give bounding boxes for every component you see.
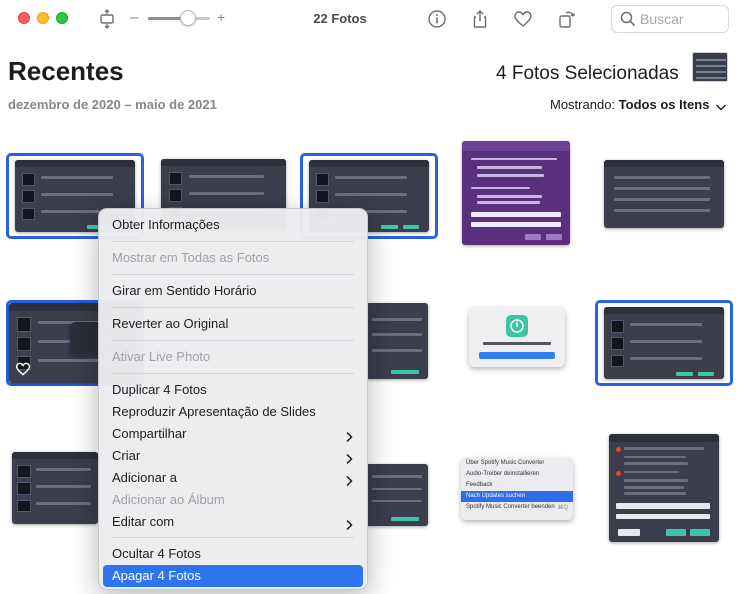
slideshow-icon[interactable] — [96, 8, 118, 30]
menu-item-add-to-album[interactable]: Adicionar ao Álbum — [103, 489, 363, 511]
selection-count: 4 Fotos Selecionadas — [496, 63, 679, 84]
menu-separator — [112, 307, 354, 308]
zoom-in-label[interactable]: + — [217, 9, 225, 25]
menu-item-hide[interactable]: Ocultar 4 Fotos — [103, 543, 363, 565]
zoom-slider-knob[interactable] — [180, 10, 197, 26]
heart-icon[interactable] — [15, 361, 31, 382]
thumb-menu-shortcut: ⌘Q — [557, 505, 568, 511]
menu-item-edit-with-label: Editar com — [112, 514, 175, 529]
photo-thumbnail[interactable] — [12, 452, 98, 524]
menu-separator — [112, 340, 354, 341]
page-title: Recentes — [8, 56, 124, 86]
photo-count-title: 22 Fotos — [313, 11, 367, 26]
selection-stack-thumbnail[interactable] — [692, 52, 728, 82]
photos-window: – + 22 Fotos Recentes 4 Fotos Selecionad… — [0, 0, 740, 594]
menu-item-duplicate[interactable]: Duplicar 4 Fotos — [103, 379, 363, 401]
photo-thumbnail[interactable] — [366, 303, 428, 379]
menu-item-share-label: Compartilhar — [112, 426, 187, 441]
photo-thumbnail-selected[interactable] — [595, 300, 733, 386]
photo-thumbnail[interactable] — [462, 141, 570, 245]
chevron-down-icon[interactable] — [715, 99, 727, 117]
menu-item-show-in-all-photos[interactable]: Mostrar em Todas as Fotos — [103, 247, 363, 269]
menu-item-rotate-clockwise[interactable]: Girar em Sentido Horário — [103, 280, 363, 302]
music-app-icon — [506, 315, 528, 337]
menu-separator — [112, 373, 354, 374]
thumb-menu-item: Über Spotify Music Converter — [466, 460, 545, 466]
zoom-slider-fill — [148, 17, 183, 20]
menu-item-play-slideshow[interactable]: Reproduzir Apresentação de Slides — [103, 401, 363, 423]
menu-item-create-label: Criar — [112, 448, 141, 463]
menu-item-revert-to-original[interactable]: Reverter ao Original — [103, 313, 363, 335]
photo-thumbnail[interactable] — [366, 464, 428, 526]
favorite-heart-icon[interactable] — [512, 8, 534, 30]
date-range: dezembro de 2020 – maio de 2021 — [8, 97, 217, 112]
search-input[interactable] — [640, 10, 724, 28]
menu-item-add-to[interactable]: Adicionar a — [103, 467, 363, 489]
thumb-menu-item: Nach Updates suchen — [461, 491, 573, 502]
zoom-slider[interactable] — [148, 17, 210, 20]
menu-item-edit-with[interactable]: Editar com — [103, 511, 363, 533]
filter-label: Mostrando: — [550, 97, 616, 112]
zoom-out-label[interactable]: – — [130, 9, 138, 26]
share-icon[interactable] — [469, 8, 491, 30]
photo-thumbnail[interactable] — [604, 160, 724, 228]
info-icon[interactable] — [426, 8, 448, 30]
menu-item-share[interactable]: Compartilhar — [103, 423, 363, 445]
menu-item-get-info[interactable]: Obter Informações — [103, 214, 363, 236]
rotate-icon[interactable] — [556, 8, 578, 30]
context-menu: Obter Informações Mostrar em Todas as Fo… — [98, 208, 368, 590]
filter-dropdown[interactable]: Mostrando: Todos os Itens — [550, 97, 709, 112]
close-window-button[interactable] — [18, 12, 30, 24]
menu-item-add-to-label: Adicionar a — [112, 470, 178, 485]
search-icon — [620, 11, 636, 32]
search-field[interactable] — [611, 5, 729, 33]
thumb-menu-item: Audio-Treiber deinstallieren — [466, 471, 540, 477]
menu-item-create[interactable]: Criar — [103, 445, 363, 467]
photo-thumbnail[interactable]: Über Spotify Music Converter Audio-Treib… — [461, 458, 573, 520]
thumb-menu-item: Spotify Music Converter beenden — [466, 504, 555, 510]
menu-separator — [112, 537, 354, 538]
photo-thumbnail[interactable] — [609, 434, 719, 542]
minimize-window-button[interactable] — [37, 12, 49, 24]
chevron-right-icon — [345, 516, 353, 538]
fullscreen-window-button[interactable] — [56, 12, 68, 24]
photo-thumbnail[interactable] — [469, 307, 565, 367]
menu-item-enable-live-photo[interactable]: Ativar Live Photo — [103, 346, 363, 368]
menu-item-delete[interactable]: Apagar 4 Fotos — [103, 565, 363, 587]
menu-separator — [112, 241, 354, 242]
thumb-menu-item: Feedback — [466, 482, 493, 488]
toolbar: – + 22 Fotos — [0, 0, 740, 40]
menu-separator — [112, 274, 354, 275]
filter-value: Todos os Itens — [618, 97, 710, 112]
